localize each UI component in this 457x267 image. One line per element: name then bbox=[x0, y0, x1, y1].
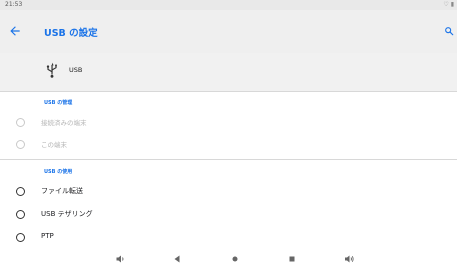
navigation-bar bbox=[0, 251, 457, 267]
usb-header: USB bbox=[0, 53, 457, 91]
option-label: 接続済みの端末 bbox=[41, 119, 87, 127]
radio-icon[interactable] bbox=[16, 210, 25, 219]
home-icon[interactable] bbox=[229, 253, 241, 265]
usb-icon bbox=[46, 62, 57, 78]
option-label: この端末 bbox=[41, 141, 67, 149]
status-bar: 21:53 ♡ ▮ bbox=[0, 0, 457, 10]
recents-icon[interactable] bbox=[286, 253, 298, 265]
divider bbox=[0, 159, 457, 160]
volume-up-icon[interactable] bbox=[343, 253, 355, 265]
option-label: USB テザリング bbox=[41, 210, 93, 218]
app-bar: USB の設定 bbox=[0, 10, 457, 53]
option-label: ファイル転送 bbox=[41, 187, 83, 195]
section-title-usb-management: USB の管理 bbox=[44, 100, 73, 106]
option-label: PTP bbox=[41, 232, 54, 240]
back-triangle-icon[interactable] bbox=[171, 253, 183, 265]
option-this-device: この端末 bbox=[0, 135, 457, 155]
usb-label: USB bbox=[69, 66, 83, 74]
status-icons: ♡ ▮ bbox=[443, 1, 454, 8]
option-ptp[interactable]: PTP bbox=[0, 228, 457, 248]
option-connected-device: 接続済みの端末 bbox=[0, 113, 457, 133]
option-file-transfer[interactable]: ファイル転送 bbox=[0, 182, 457, 202]
status-time: 21:53 bbox=[5, 1, 23, 8]
radio-icon[interactable] bbox=[16, 233, 25, 242]
radio-icon[interactable] bbox=[16, 187, 25, 196]
search-icon[interactable] bbox=[444, 26, 454, 36]
page-title: USB の設定 bbox=[44, 28, 98, 39]
volume-down-icon[interactable] bbox=[114, 253, 126, 265]
section-title-usb-usage: USB の使用 bbox=[44, 169, 73, 175]
arrow-back-icon[interactable] bbox=[8, 24, 22, 38]
option-usb-tethering[interactable]: USB テザリング bbox=[0, 205, 457, 225]
radio-icon bbox=[16, 140, 25, 149]
divider bbox=[0, 91, 457, 92]
radio-icon bbox=[16, 118, 25, 127]
